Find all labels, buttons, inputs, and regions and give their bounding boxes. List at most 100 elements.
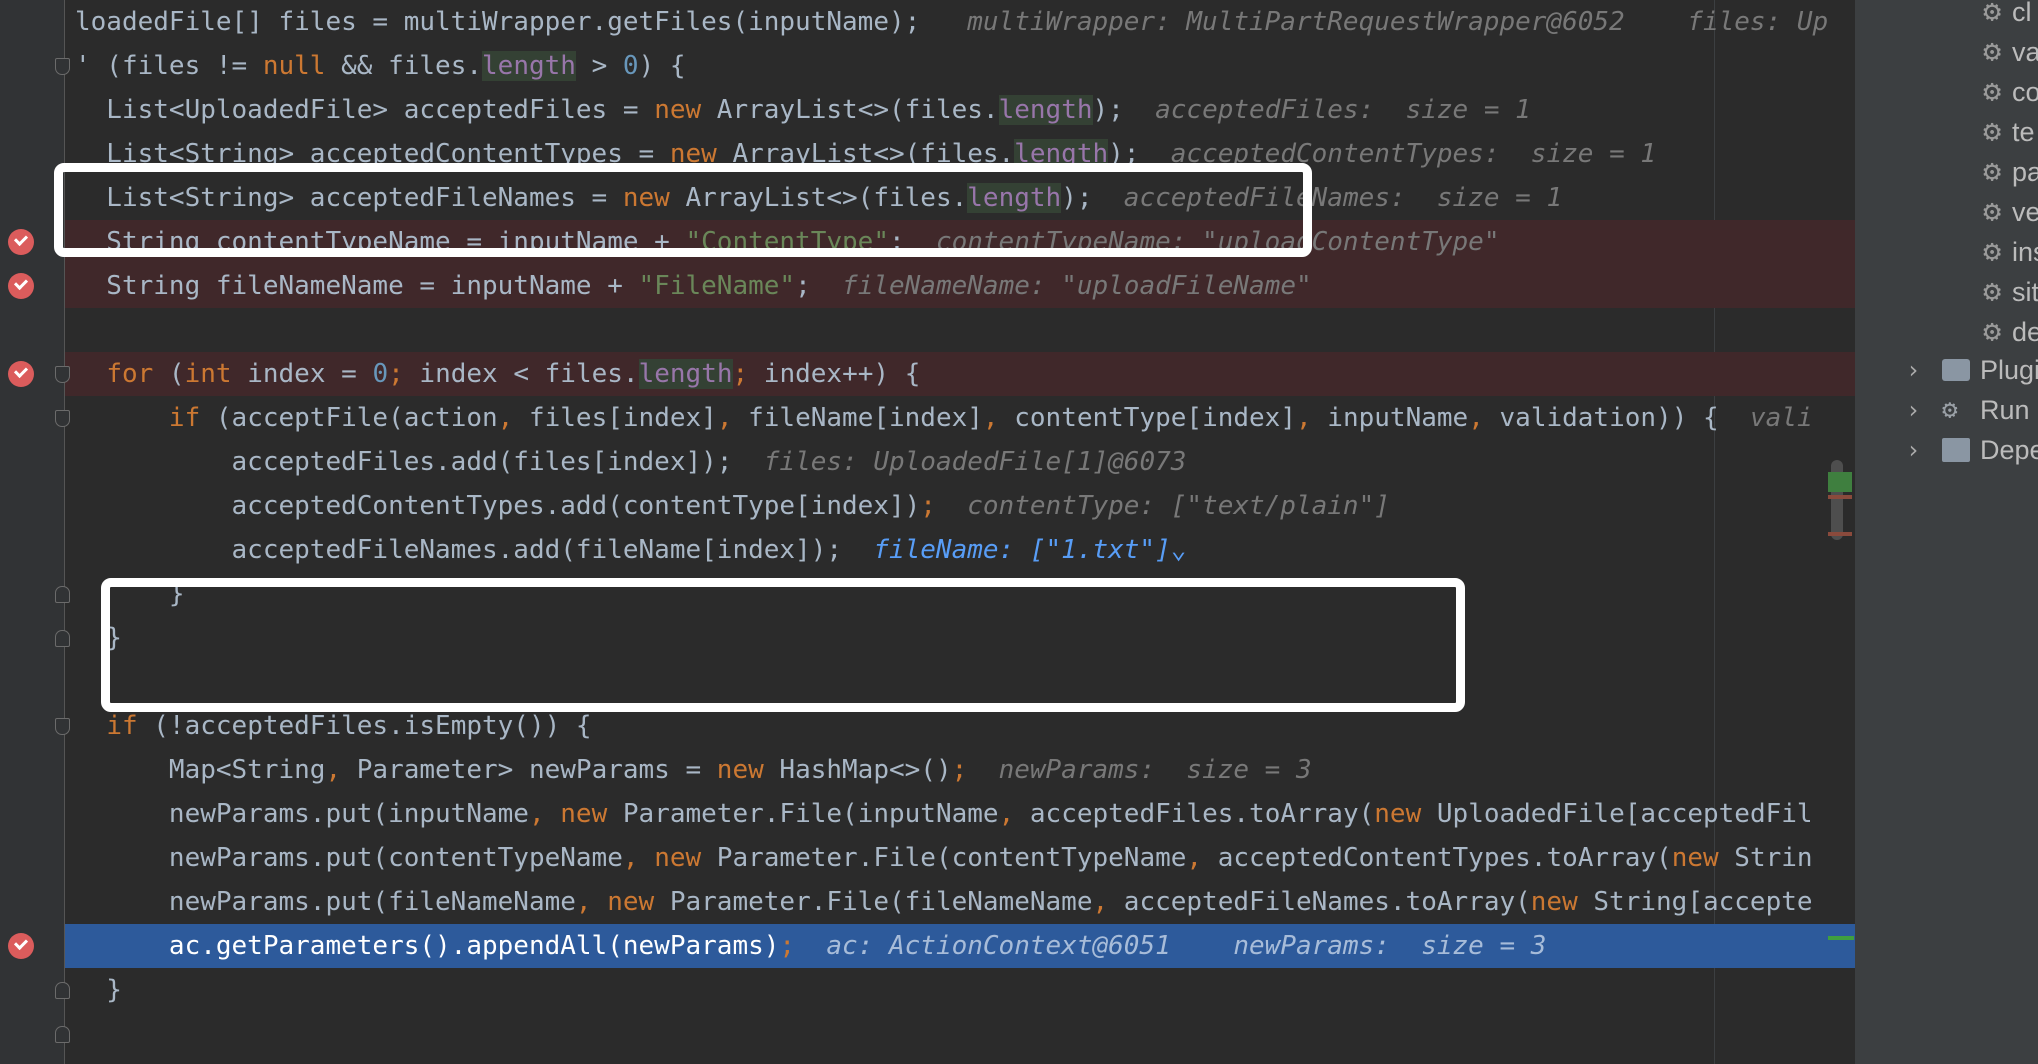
code-token: new bbox=[654, 843, 702, 873]
fold-start-icon[interactable] bbox=[55, 366, 70, 383]
code-token: ac.getParameters().appendAll(newParams) bbox=[75, 931, 780, 961]
breakpoint-icon[interactable] bbox=[8, 933, 34, 959]
code-token: , bbox=[575, 887, 592, 917]
code-line[interactable]: newParams.put(contentTypeName, new Param… bbox=[65, 836, 1855, 880]
panel-setting-item[interactable]: de bbox=[2012, 312, 2038, 352]
code-line-content: newParams.put(fileNameName, new Paramete… bbox=[65, 887, 1813, 917]
code-line[interactable]: Map<String, Parameter> newParams = new H… bbox=[65, 748, 1855, 792]
code-token: new bbox=[607, 887, 655, 917]
code-token: "FileName" bbox=[638, 271, 796, 301]
project-panel bbox=[1855, 0, 2038, 1064]
code-token: ); bbox=[1092, 95, 1124, 125]
code-line[interactable]: loadedFile[] files = multiWrapper.getFil… bbox=[65, 0, 1855, 44]
code-line[interactable]: if (acceptFile(action, files[index], fil… bbox=[65, 396, 1855, 440]
code-line-content: ' (files != null && files.length > 0) { bbox=[65, 51, 686, 81]
panel-tree-node[interactable]: Run C bbox=[1980, 390, 2038, 430]
chevron-right-icon[interactable]: › bbox=[1906, 390, 1926, 430]
code-token: } bbox=[75, 975, 122, 1005]
breakpoint-icon[interactable] bbox=[8, 361, 34, 387]
code-token: if bbox=[168, 403, 201, 433]
code-token: Parameter.File(inputName bbox=[607, 799, 999, 829]
code-line[interactable]: acceptedContentTypes.add(contentType[ind… bbox=[65, 484, 1855, 528]
execution-line[interactable]: ac.getParameters().appendAll(newParams);… bbox=[65, 924, 1855, 968]
code-token: index = bbox=[231, 359, 373, 389]
code-line[interactable]: acceptedFileNames.add(fileName[index]); … bbox=[65, 528, 1855, 572]
code-token: ; bbox=[920, 491, 936, 521]
code-line[interactable]: ' (files != null && files.length > 0) { bbox=[65, 44, 1855, 88]
code-line[interactable]: } bbox=[65, 968, 1855, 1012]
code-token: ArrayList<>(files. bbox=[701, 95, 999, 125]
panel-setting-item[interactable]: sit bbox=[2012, 272, 2038, 312]
editor-gutter[interactable] bbox=[0, 0, 65, 1064]
code-line[interactable]: List<UploadedFile> acceptedFiles = new A… bbox=[65, 88, 1855, 132]
code-token: acceptedContentTypes.toArray( bbox=[1202, 843, 1672, 873]
code-token: , bbox=[497, 403, 514, 433]
panel-setting-item[interactable]: cl bbox=[2012, 0, 2032, 32]
scrollbar-change-marker bbox=[1828, 472, 1852, 492]
panel-setting-item[interactable]: te bbox=[2012, 112, 2035, 152]
debug-inline-value: fileNameName: "uploadFileName" bbox=[810, 271, 1312, 301]
scrollbar-change-marker bbox=[1828, 936, 1854, 940]
gear-icon: ⚙ bbox=[1982, 314, 2002, 349]
code-line[interactable]: newParams.put(inputName, new Parameter.F… bbox=[65, 792, 1855, 836]
code-token: HashMap<>() bbox=[763, 755, 952, 785]
fold-start-icon[interactable] bbox=[55, 58, 70, 75]
code-token: (acceptFile(action bbox=[200, 403, 498, 433]
code-token: newParams.put(fileNameName bbox=[75, 887, 576, 917]
code-token: , bbox=[1186, 843, 1203, 873]
code-line[interactable] bbox=[65, 308, 1855, 352]
panel-setting-item[interactable]: ve bbox=[2012, 192, 2038, 232]
chevron-right-icon[interactable]: › bbox=[1906, 350, 1926, 390]
folder-gear-icon bbox=[1942, 359, 1970, 381]
debug-inline-value: files: UploadedFile[1]@6073 bbox=[732, 447, 1187, 477]
code-token: Map<String bbox=[75, 755, 326, 785]
breakpoint-icon[interactable] bbox=[8, 273, 34, 299]
gear-icon: ⚙ bbox=[1982, 274, 2002, 309]
code-token: acceptedFiles.toArray( bbox=[1014, 799, 1375, 829]
fold-start-icon[interactable] bbox=[55, 718, 70, 735]
gear-icon: ⚙ bbox=[1982, 74, 2002, 109]
code-token: 0 bbox=[372, 359, 389, 389]
code-line[interactable] bbox=[65, 1012, 1855, 1056]
breakpoint-icon[interactable] bbox=[8, 229, 34, 255]
code-line-content: List<UploadedFile> acceptedFiles = new A… bbox=[65, 95, 1531, 125]
gear-icon: ⚙ bbox=[1982, 154, 2002, 189]
debug-inline-value: size = 1 bbox=[1530, 139, 1657, 169]
code-token: String[accepte bbox=[1577, 887, 1813, 917]
panel-tree-node[interactable]: Depe bbox=[1980, 430, 2038, 470]
code-token: ( bbox=[153, 359, 185, 389]
debug-inline-value: size = 1 bbox=[1405, 95, 1531, 125]
fold-end-icon[interactable] bbox=[55, 1026, 70, 1043]
fold-end-icon[interactable] bbox=[55, 982, 70, 999]
breakpoint-line[interactable]: String fileNameName = inputName + "FileN… bbox=[65, 264, 1855, 308]
code-editor[interactable]: loadedFile[] files = multiWrapper.getFil… bbox=[65, 0, 1855, 1064]
code-token: , bbox=[982, 403, 999, 433]
code-token: new bbox=[1671, 843, 1719, 873]
fold-end-icon[interactable] bbox=[55, 630, 70, 647]
code-token: index++) { bbox=[748, 359, 921, 389]
code-token: length bbox=[998, 95, 1093, 125]
code-line[interactable]: newParams.put(fileNameName, new Paramete… bbox=[65, 880, 1855, 924]
code-token: new bbox=[716, 755, 764, 785]
scrollbar-breakpoint-marker bbox=[1828, 532, 1852, 536]
panel-setting-item[interactable]: co bbox=[2012, 72, 2038, 112]
code-line-content: if (acceptFile(action, files[index], fil… bbox=[65, 403, 1813, 433]
code-line-content: acceptedContentTypes.add(contentType[ind… bbox=[65, 491, 1390, 521]
gear-icon: ⚙ bbox=[1982, 34, 2002, 69]
chevron-right-icon[interactable]: › bbox=[1906, 430, 1926, 470]
panel-setting-item[interactable]: pa bbox=[2012, 152, 2038, 192]
code-line-content bbox=[65, 315, 75, 345]
panel-setting-item[interactable]: ins bbox=[2012, 232, 2038, 272]
panel-tree-node[interactable]: Plugi bbox=[1980, 350, 2038, 390]
code-token: ; bbox=[732, 359, 749, 389]
fold-end-icon[interactable] bbox=[55, 586, 70, 603]
panel-setting-item[interactable]: va bbox=[2012, 32, 2038, 72]
code-line[interactable]: acceptedFiles.add(files[index]); files: … bbox=[65, 440, 1855, 484]
fold-start-icon[interactable] bbox=[55, 410, 70, 427]
code-token: Parameter.File(contentTypeName bbox=[701, 843, 1187, 873]
debug-inline-value: size = 1 bbox=[1436, 183, 1563, 213]
code-token: acceptedFileNames.toArray( bbox=[1108, 887, 1531, 917]
breakpoint-line[interactable]: for (int index = 0; index < files.length… bbox=[65, 352, 1855, 396]
